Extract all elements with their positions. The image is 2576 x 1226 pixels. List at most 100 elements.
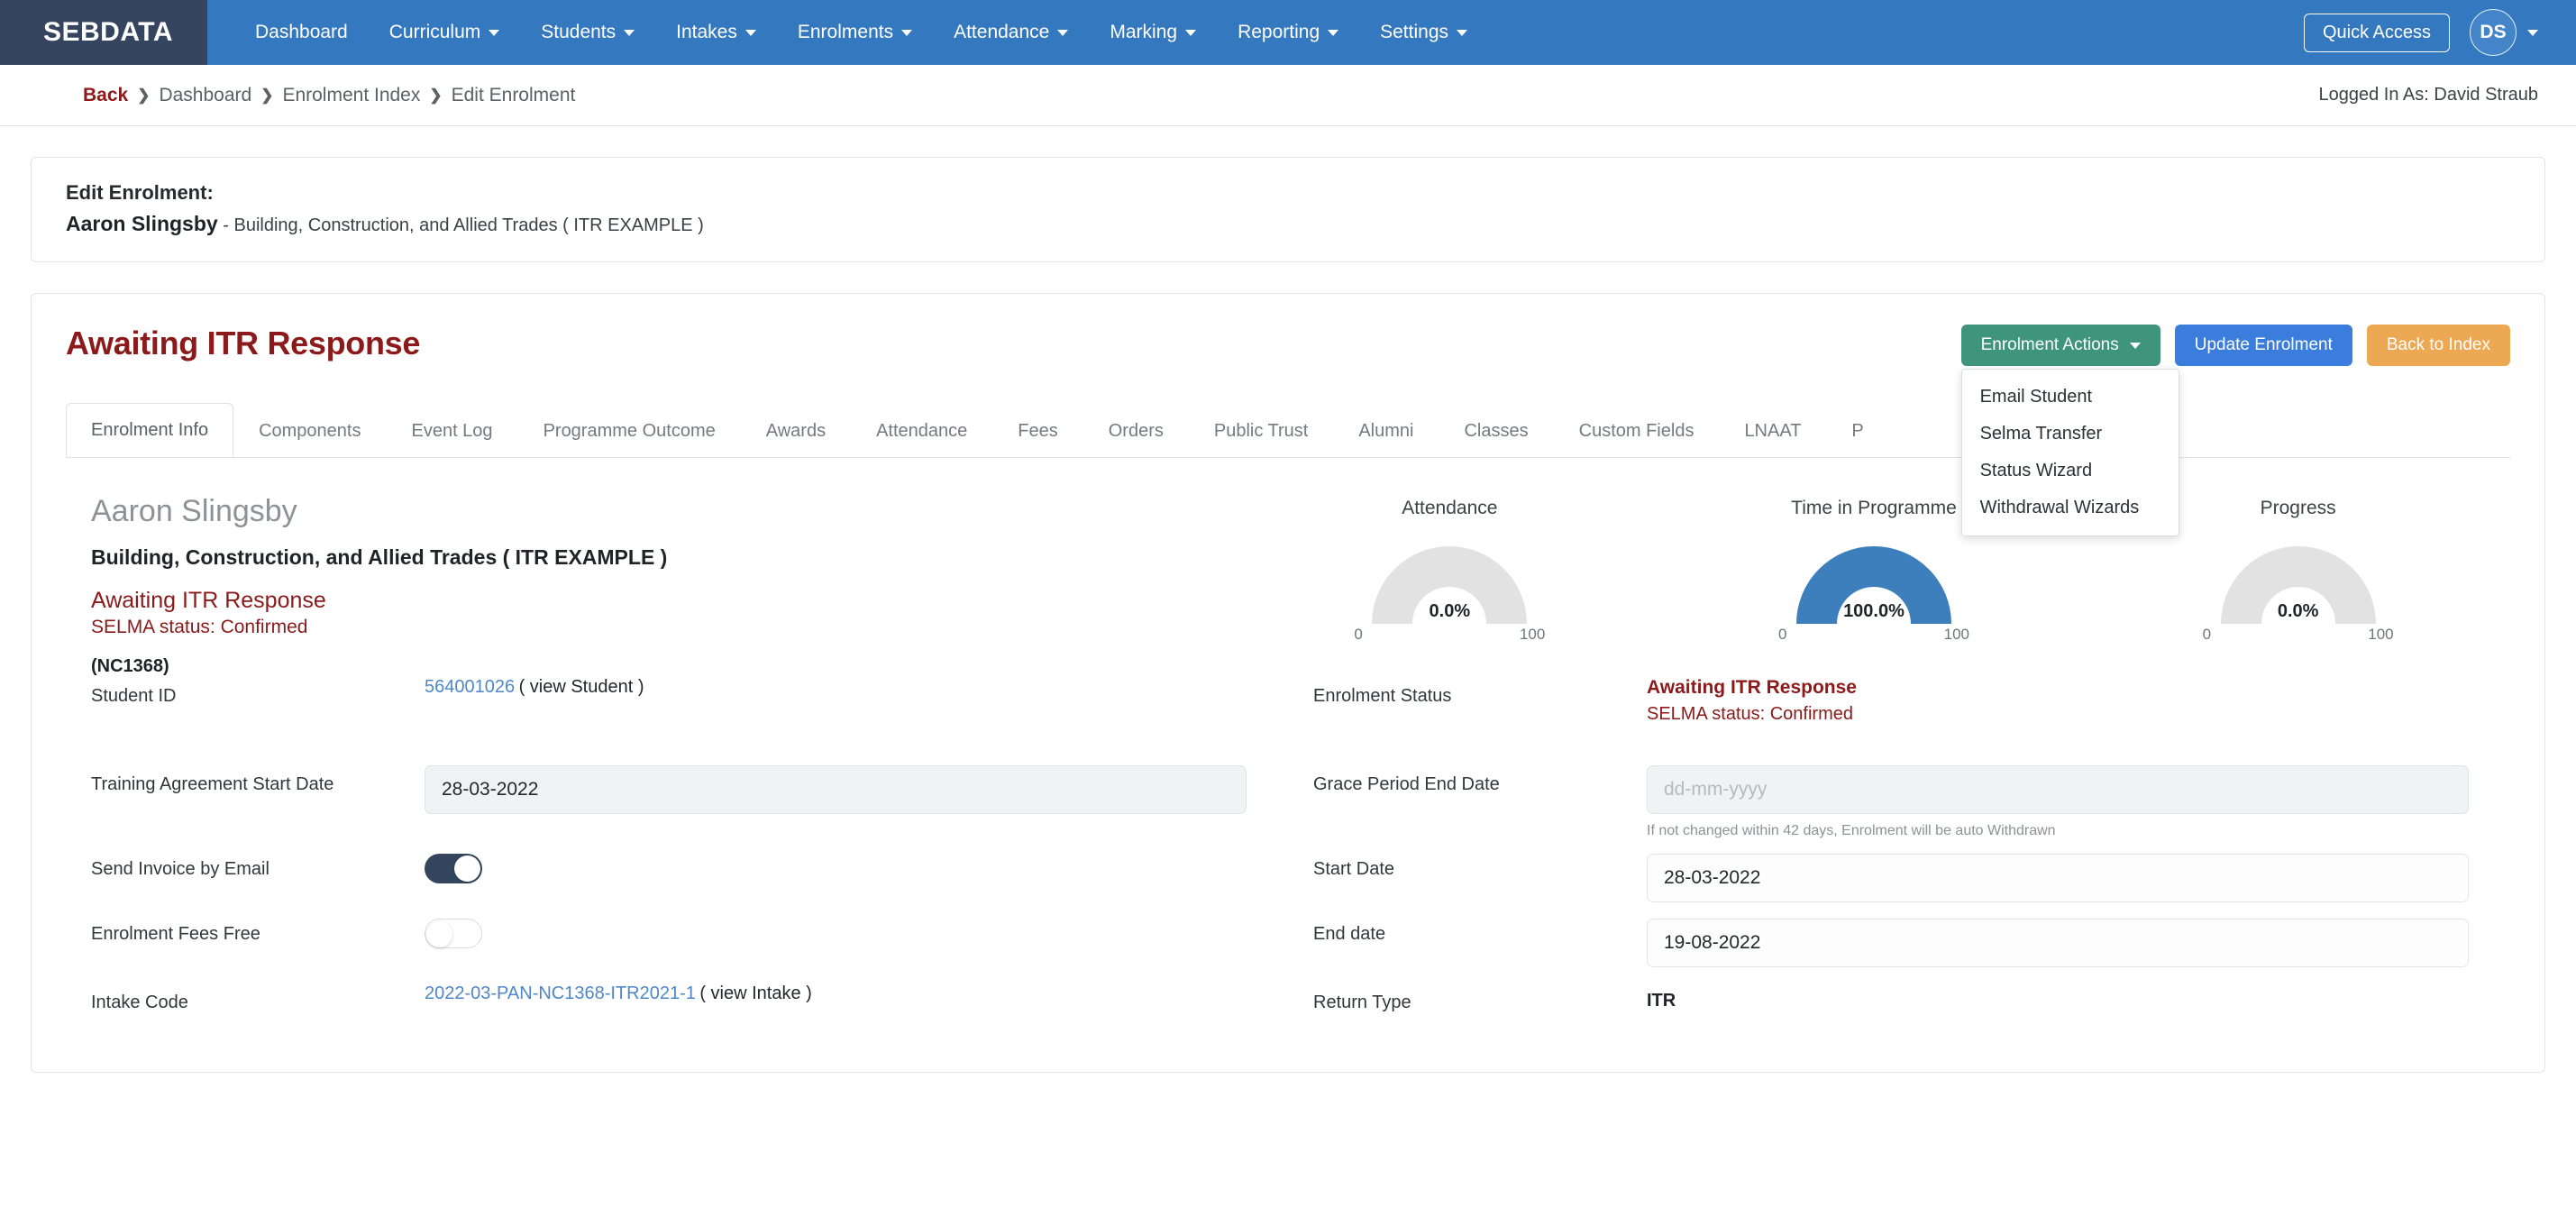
view-intake-text: ( view Intake ) xyxy=(699,984,812,1003)
menu-item-email-student[interactable]: Email Student xyxy=(1962,379,2179,416)
breadcrumb-item-edit-enrolment: Edit Enrolment xyxy=(451,84,576,105)
gauge-scale: 0 100 xyxy=(2203,626,2394,644)
end-date-input[interactable] xyxy=(1647,919,2469,967)
student-programme-code: (NC1368) xyxy=(91,656,169,676)
breadcrumb-separator-icon: ❯ xyxy=(429,86,443,104)
nav-item-label: Intakes xyxy=(676,22,737,42)
gauge-value: 0.0% xyxy=(1429,601,1471,621)
chevron-down-icon xyxy=(744,29,756,36)
enrolment-header-subtitle: Aaron Slingsby - Building, Construction,… xyxy=(66,212,2510,236)
gauge-group: Attendance 0.0% 0 100 Time in Programme xyxy=(1238,494,2510,677)
breadcrumb-bar: Back ❯ Dashboard ❯ Enrolment Index ❯ Edi… xyxy=(0,65,2576,126)
brand-logo[interactable]: SEBDATA xyxy=(0,0,207,65)
gauge-min-label: 0 xyxy=(1354,626,1363,643)
nav-item-reporting[interactable]: Reporting xyxy=(1217,0,1359,65)
tab-awards[interactable]: Awards xyxy=(741,404,851,457)
quick-access-button[interactable]: Quick Access xyxy=(2303,13,2450,52)
enrolment-actions-button[interactable]: Enrolment Actions xyxy=(1960,325,2160,366)
form-column-left: Student ID 564001026 ( view Student ) Tr… xyxy=(66,677,1288,1072)
tab-partial[interactable]: P xyxy=(1826,404,1888,457)
menu-item-selma-transfer[interactable]: Selma Transfer xyxy=(1962,416,2179,453)
student-programme: Building, Construction, and Allied Trade… xyxy=(91,545,668,569)
menu-item-status-wizard[interactable]: Status Wizard xyxy=(1962,453,2179,489)
avatar: DS xyxy=(2470,9,2517,56)
student-id-link[interactable]: 564001026 xyxy=(425,677,515,697)
chevron-down-icon xyxy=(1328,29,1339,36)
enrolment-form: Student ID 564001026 ( view Student ) Tr… xyxy=(32,677,2544,1072)
user-menu[interactable]: DS xyxy=(2470,9,2538,56)
gauge-max-label: 100 xyxy=(1943,626,1969,643)
breadcrumb-back-link[interactable]: Back xyxy=(83,85,128,106)
field-label: Training Agreement Start Date xyxy=(91,774,334,794)
gauge-value: 0.0% xyxy=(2277,601,2319,621)
nav-item-dashboard[interactable]: Dashboard xyxy=(234,0,369,65)
field-enrolment-status: Enrolment Status Awaiting ITR Response S… xyxy=(1313,677,2510,765)
nav-item-label: Attendance xyxy=(954,22,1050,42)
breadcrumb-item-enrolment-index[interactable]: Enrolment Index xyxy=(282,85,420,106)
tab-enrolment-info[interactable]: Enrolment Info xyxy=(66,403,234,457)
nav-item-students[interactable]: Students xyxy=(520,0,655,65)
grace-period-hint: If not changed within 42 days, Enrolment… xyxy=(1647,823,2056,838)
field-value: ITR xyxy=(1647,984,2510,1011)
page-action-buttons: Enrolment Actions Email Student Selma Tr… xyxy=(1960,325,2510,536)
enrolment-header-student-name: Aaron Slingsby xyxy=(66,212,218,235)
enrolment-status-selma: SELMA status: Confirmed xyxy=(1647,704,1853,724)
training-agreement-start-date-input[interactable] xyxy=(425,765,1247,814)
back-to-index-button[interactable]: Back to Index xyxy=(2366,325,2510,366)
update-enrolment-button[interactable]: Update Enrolment xyxy=(2174,325,2352,366)
field-label: Return Type xyxy=(1313,993,1411,1012)
field-value: Awaiting ITR Response SELMA status: Conf… xyxy=(1647,677,2510,725)
gauge-body: 0.0% xyxy=(2215,539,2382,624)
tab-fees[interactable]: Fees xyxy=(992,404,1082,457)
tab-lnaat[interactable]: LNAAT xyxy=(1719,404,1826,457)
toggle-knob xyxy=(454,855,480,882)
chevron-down-icon xyxy=(624,29,635,36)
tab-custom-fields[interactable]: Custom Fields xyxy=(1554,404,1720,457)
nav-item-settings[interactable]: Settings xyxy=(1359,0,1488,65)
field-start-date: Start Date xyxy=(1313,854,2510,919)
intake-code-link[interactable]: 2022-03-PAN-NC1368-ITR2021-1 xyxy=(425,984,696,1003)
gauge-progress: Progress 0.0% 0 100 xyxy=(2163,498,2434,677)
chevron-down-icon xyxy=(2129,342,2141,349)
start-date-input[interactable] xyxy=(1647,854,2469,902)
field-label: Send Invoice by Email xyxy=(91,859,269,879)
field-label: Grace Period End Date xyxy=(1313,774,1500,794)
nav-item-intakes[interactable]: Intakes xyxy=(655,0,777,65)
nav-item-enrolments[interactable]: Enrolments xyxy=(777,0,933,65)
gauge-min-label: 0 xyxy=(1777,626,1787,643)
send-invoice-toggle[interactable] xyxy=(425,854,482,883)
tab-alumni[interactable]: Alumni xyxy=(1333,404,1439,457)
nav-item-curriculum[interactable]: Curriculum xyxy=(369,0,521,65)
field-label: Intake Code xyxy=(91,993,188,1012)
tab-attendance[interactable]: Attendance xyxy=(851,404,992,457)
chevron-down-icon xyxy=(901,29,913,36)
menu-item-withdrawal-wizards[interactable]: Withdrawal Wizards xyxy=(1962,489,2179,526)
breadcrumb-separator-icon: ❯ xyxy=(137,86,151,104)
enrolment-header-content: Edit Enrolment: Aaron Slingsby - Buildin… xyxy=(32,158,2544,261)
view-student-text: ( view Student ) xyxy=(518,677,644,697)
tab-orders[interactable]: Orders xyxy=(1083,404,1189,457)
field-label: Start Date xyxy=(1313,859,1395,879)
nav-item-label: Students xyxy=(541,22,617,42)
grace-period-end-date-input[interactable] xyxy=(1647,765,2469,814)
gauge-body: 0.0% xyxy=(1366,539,1533,624)
gauge-max-label: 100 xyxy=(2368,626,2394,643)
tab-event-log[interactable]: Event Log xyxy=(386,404,517,457)
enrolment-fees-free-toggle[interactable] xyxy=(425,919,482,948)
field-value: 2022-03-PAN-NC1368-ITR2021-1 ( view Inta… xyxy=(425,984,1288,1004)
page-title: Awaiting ITR Response xyxy=(66,325,421,361)
tab-public-trust[interactable]: Public Trust xyxy=(1189,404,1333,457)
tab-classes[interactable]: Classes xyxy=(1439,404,1553,457)
nav-item-marking[interactable]: Marking xyxy=(1089,0,1217,65)
nav-item-label: Enrolments xyxy=(797,22,894,42)
breadcrumb-item-dashboard[interactable]: Dashboard xyxy=(159,85,251,106)
top-navbar: SEBDATA Dashboard Curriculum Students In… xyxy=(0,0,2576,65)
tab-programme-outcome[interactable]: Programme Outcome xyxy=(518,404,741,457)
tab-components[interactable]: Components xyxy=(233,404,386,457)
gauge-min-label: 0 xyxy=(2202,626,2212,643)
nav-item-attendance[interactable]: Attendance xyxy=(933,0,1089,65)
field-value xyxy=(1647,854,2510,902)
chevron-down-icon xyxy=(2527,29,2538,36)
field-value: If not changed within 42 days, Enrolment… xyxy=(1647,765,2510,839)
breadcrumb: Back ❯ Dashboard ❯ Enrolment Index ❯ Edi… xyxy=(83,85,575,106)
